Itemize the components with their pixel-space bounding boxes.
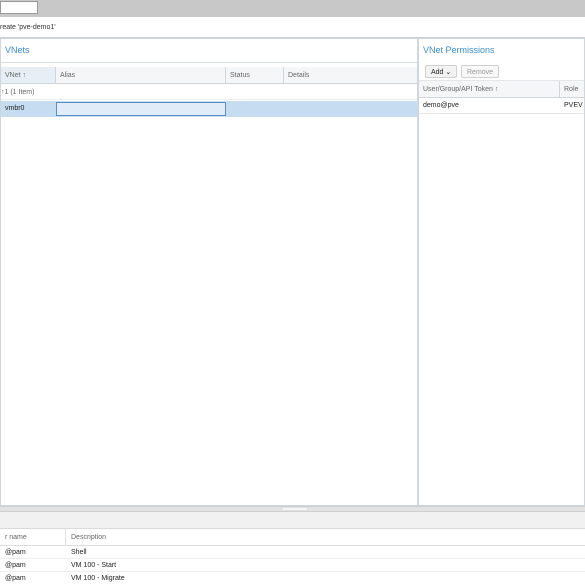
task-log: r name Description @pam Shell @pam VM 10… <box>0 512 585 585</box>
permissions-grid-header: User/Group/API Token ↑ Role <box>419 81 584 98</box>
permissions-title: VNet Permissions <box>423 45 495 55</box>
vnets-grid-header: VNet ↑ Alias Status Details <box>1 67 417 84</box>
vnets-panel: VNets VNet ↑ Alias Status Details ↑1 (1 … <box>0 38 418 506</box>
vnet-cell: vmbr0 <box>5 105 25 112</box>
splitter-handle[interactable] <box>283 508 307 510</box>
task-description: VM 100 - Start <box>71 562 117 569</box>
details-cell <box>284 101 419 117</box>
table-row[interactable]: demo@pve PVEV <box>419 98 584 114</box>
task-description: VM 100 - Migrate <box>71 575 125 582</box>
column-role[interactable]: Role <box>560 81 585 97</box>
task-user: @pam <box>5 549 26 556</box>
column-vnet[interactable]: VNet ↑ <box>1 67 56 83</box>
status-cell <box>226 101 284 117</box>
column-details[interactable]: Details <box>284 67 419 83</box>
task-user: @pam <box>5 562 26 569</box>
add-button[interactable]: Add ⌄ <box>425 65 458 78</box>
permissions-toolbar: Add ⌄ Remove <box>419 63 584 81</box>
task-row[interactable]: @pam VM 100 - Start <box>0 559 585 572</box>
group-row[interactable]: ↑1 (1 Item) <box>1 85 417 100</box>
task-user: @pam <box>5 575 26 582</box>
context-title: reate 'pve-demo1' <box>0 17 585 38</box>
user-cell: demo@pve <box>423 102 459 109</box>
role-cell: PVEV <box>564 102 583 109</box>
column-user[interactable]: User/Group/API Token ↑ <box>419 81 560 97</box>
vnets-title: VNets <box>1 39 417 63</box>
table-row[interactable]: vmbr0 <box>1 101 417 117</box>
task-row[interactable]: @pam Shell <box>0 546 585 559</box>
vnet-permissions-panel: VNet Permissions Add ⌄ Remove User/Group… <box>418 38 585 506</box>
task-log-tabstrip <box>0 512 585 529</box>
column-description[interactable]: Description <box>66 529 585 545</box>
column-user-name[interactable]: r name <box>0 529 66 545</box>
alias-edit-field[interactable] <box>56 102 226 116</box>
column-alias[interactable]: Alias <box>56 67 226 83</box>
task-log-header: r name Description <box>0 529 585 546</box>
top-bar <box>0 0 585 18</box>
remove-button[interactable]: Remove <box>461 65 500 78</box>
task-row[interactable]: @pam VM 100 - Migrate <box>0 572 585 585</box>
task-description: Shell <box>71 549 87 556</box>
search-input[interactable] <box>0 1 38 14</box>
column-status[interactable]: Status <box>226 67 284 83</box>
